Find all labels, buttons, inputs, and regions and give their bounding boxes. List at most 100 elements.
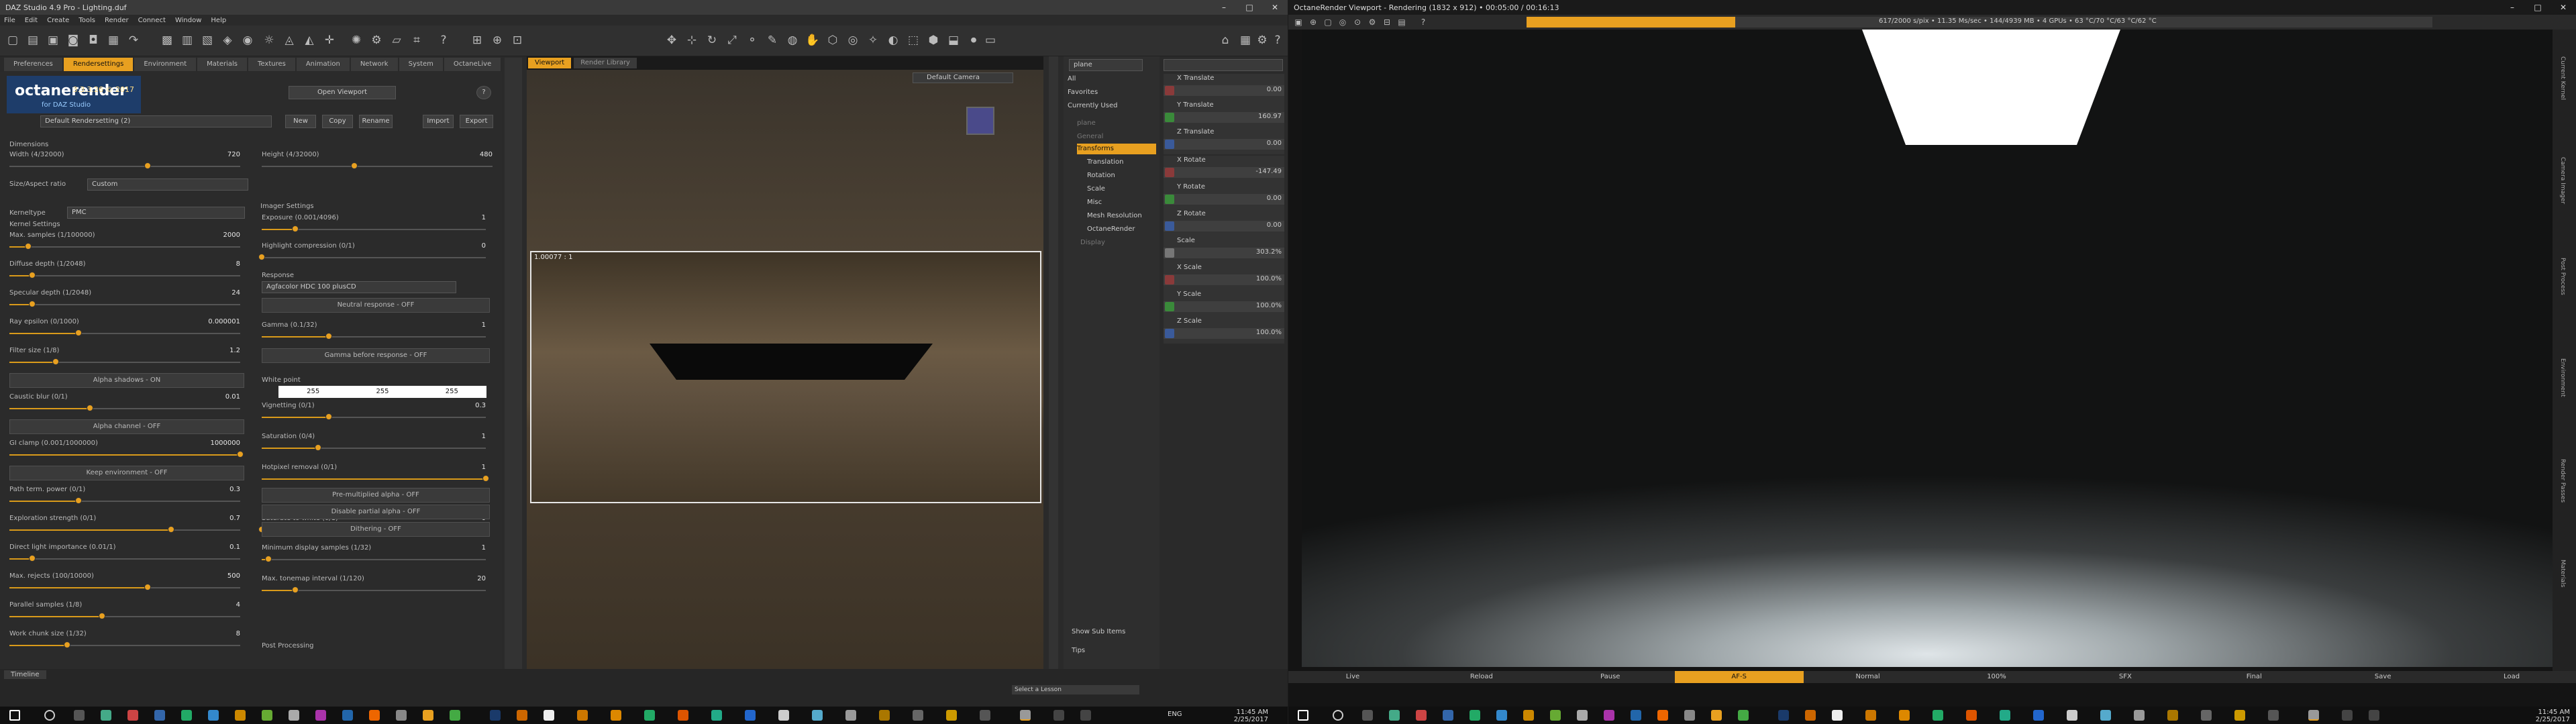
exploration-strength-slider[interactable]: Exploration strength (0/1) 0.7 — [9, 513, 244, 540]
af-s-button[interactable]: AF-S — [1674, 671, 1804, 683]
viewport-camera-icon[interactable]: ⏺ — [966, 33, 981, 48]
normal-button[interactable]: Normal — [1804, 671, 1933, 683]
tree-display[interactable]: Display — [1080, 238, 1105, 248]
lock-icon[interactable]: ⊟ — [1380, 15, 1394, 30]
frame-icon[interactable]: ▣ — [1291, 15, 1306, 30]
gi-clamp-slider[interactable]: GI clamp (0.001/1000000) 1000000 — [9, 438, 244, 465]
app-icon[interactable] — [1832, 710, 1843, 721]
menu-edit[interactable]: Edit — [25, 17, 38, 24]
app-icon[interactable] — [1933, 710, 1943, 721]
chrome-icon[interactable] — [127, 710, 138, 721]
menu-create[interactable]: Create — [47, 17, 69, 24]
maximize-button[interactable]: □ — [2525, 0, 2551, 15]
export-button[interactable]: Export — [460, 115, 493, 128]
explorer-icon[interactable] — [1443, 710, 1453, 721]
windows-start-icon[interactable] — [9, 710, 20, 721]
right-side-tabs[interactable] — [1049, 56, 1058, 669]
home-icon[interactable]: ⌂ — [1218, 33, 1233, 48]
height-slider[interactable]: Height (4/32000) 480 — [262, 150, 497, 176]
vignetting-slider[interactable]: Vignetting (0/1) 0.3 — [262, 401, 490, 427]
x-translate-parameter[interactable]: X Translate 0.00 — [1164, 74, 1284, 101]
y-translate-parameter[interactable]: Y Translate 160.97 — [1164, 101, 1284, 127]
filter-currently-used[interactable]: Currently Used — [1068, 101, 1117, 111]
app-icon[interactable] — [1684, 710, 1695, 721]
direct-light-importance-slider[interactable]: Direct light importance (0.01/1) 0.1 — [9, 542, 244, 569]
app-icon[interactable] — [369, 710, 380, 721]
rotate-tool-icon[interactable]: ↻ — [705, 33, 719, 48]
parallel-samples-slider[interactable]: Parallel samples (1/8) 4 — [9, 600, 244, 627]
menu-render[interactable]: Render — [105, 17, 129, 24]
tab-viewport[interactable]: Viewport — [528, 58, 572, 68]
daz-studio-icon[interactable] — [1020, 710, 1031, 721]
diffuse-depth-slider[interactable]: Diffuse depth (1/2048) 8 — [9, 259, 244, 286]
tips-tab[interactable]: Tips — [1072, 645, 1085, 656]
windows-start-icon[interactable] — [1298, 710, 1308, 721]
final-button[interactable]: Final — [2189, 671, 2318, 683]
copy-button[interactable]: Copy — [322, 115, 353, 128]
app-icon[interactable] — [2201, 710, 2212, 721]
tree-translation[interactable]: Translation — [1087, 157, 1124, 168]
show-sub-items-checkbox[interactable]: Show Sub Items — [1072, 627, 1125, 637]
node-select-icon[interactable]: ⊕ — [490, 33, 505, 48]
x-scale-parameter[interactable]: X Scale 100.0% — [1164, 263, 1284, 290]
cortana-icon[interactable] — [1333, 710, 1343, 721]
3d-scene[interactable]: Default Camera 1.00077 : 1 — [527, 70, 1043, 669]
saturation-slider[interactable]: Saturation (0/4) 1 — [262, 431, 490, 458]
photoshop-icon[interactable] — [1778, 710, 1789, 721]
tab-preferences[interactable]: Preferences — [4, 58, 62, 71]
lesson-select[interactable]: Select a Lesson — [1012, 685, 1139, 694]
white-point-field[interactable]: 255 255 255 — [278, 386, 486, 398]
gear-icon[interactable]: ⚙ — [369, 33, 384, 48]
null-icon[interactable]: ✛ — [322, 33, 337, 48]
app-icon[interactable] — [289, 710, 299, 721]
close-button[interactable]: ✕ — [2551, 0, 2576, 15]
spot-render-icon[interactable]: ◎ — [845, 33, 860, 48]
merge-icon[interactable]: ▦ — [106, 33, 121, 48]
app-icon[interactable] — [644, 710, 655, 721]
app-icon[interactable] — [1550, 710, 1561, 721]
tab-animation[interactable]: Animation — [296, 58, 350, 71]
side-tab-render-passes[interactable]: Render Passes — [2559, 459, 2566, 503]
alpha-shadows-on-toggle[interactable]: Alpha shadows - ON — [9, 373, 244, 388]
app-icon[interactable] — [845, 710, 856, 721]
tab-render-library[interactable]: Render Library — [574, 58, 637, 68]
app-icon[interactable] — [711, 710, 722, 721]
zoom-icon[interactable]: ⊕ — [1306, 15, 1321, 30]
app-icon[interactable] — [342, 710, 353, 721]
tree-general[interactable]: General — [1077, 132, 1103, 142]
new-button[interactable]: New — [285, 115, 316, 128]
z-rotate-parameter[interactable]: Z Rotate 0.00 — [1164, 209, 1284, 236]
grid-icon[interactable]: ⊡ — [510, 33, 525, 48]
universal-tool-icon[interactable]: ✥ — [664, 33, 679, 48]
app-icon[interactable] — [745, 710, 756, 721]
app-icon[interactable] — [1053, 710, 1064, 721]
pause-button[interactable]: Pause — [1546, 671, 1675, 683]
ray-epsilon-slider[interactable]: Ray epsilon (0/1000) 0.000001 — [9, 317, 244, 344]
photoshop-icon[interactable] — [490, 710, 501, 721]
alpha-channel-off-toggle[interactable]: Alpha channel - OFF — [9, 419, 244, 434]
app-icon[interactable] — [812, 710, 823, 721]
app-icon[interactable] — [1631, 710, 1641, 721]
explorer-icon[interactable] — [154, 710, 165, 721]
app-icon[interactable] — [2369, 710, 2379, 721]
app-icon[interactable] — [678, 710, 688, 721]
open-viewport-button[interactable]: Open Viewport — [289, 86, 396, 99]
app-icon[interactable] — [2342, 710, 2353, 721]
app-icon[interactable] — [946, 710, 957, 721]
point-light-icon[interactable]: ✺ — [349, 33, 364, 48]
open-icon[interactable]: ▣ — [46, 33, 60, 48]
app-icon[interactable] — [1389, 710, 1400, 721]
pre-multiplied-alpha-off-toggle[interactable]: Pre-multiplied alpha - OFF — [262, 488, 490, 503]
app-icon[interactable] — [1496, 710, 1507, 721]
kerneltype-select[interactable]: PMC — [67, 207, 245, 219]
rigging-icon[interactable]: ⬢ — [926, 33, 941, 48]
rename-button[interactable]: Rename — [359, 115, 393, 128]
app-icon[interactable] — [1577, 710, 1588, 721]
graph-icon[interactable]: ⌗ — [409, 33, 424, 48]
z-scale-parameter[interactable]: Z Scale 100.0% — [1164, 317, 1284, 344]
app-icon[interactable] — [181, 710, 192, 721]
app-icon[interactable] — [1711, 710, 1722, 721]
new-scene-icon[interactable]: ▤ — [25, 33, 40, 48]
sfx-button[interactable]: SFX — [2061, 671, 2189, 683]
language-indicator[interactable]: ENG — [1168, 711, 1182, 718]
